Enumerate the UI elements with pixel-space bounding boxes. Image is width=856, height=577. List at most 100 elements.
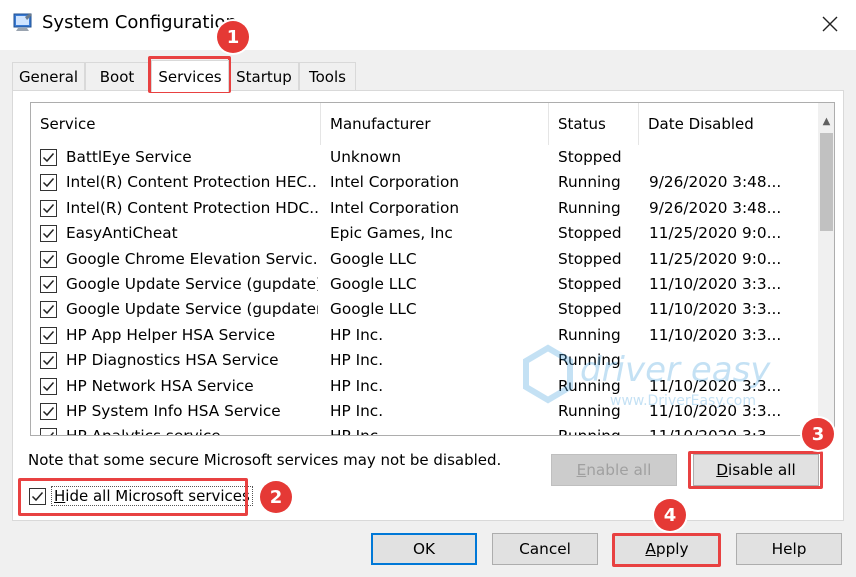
step-badge-1: 1: [217, 21, 249, 53]
date-disabled-cell: 11/10/2020 3:3...: [649, 424, 799, 435]
column-date-disabled[interactable]: Date Disabled: [639, 103, 789, 145]
service-name-cell: HP System Info HSA Service: [66, 402, 281, 420]
scroll-up-arrow-icon[interactable]: ▲: [818, 113, 834, 130]
manufacturer-cell: Intel Corporation: [330, 198, 460, 217]
date-disabled-cell: 9/26/2020 3:48...: [649, 198, 782, 217]
row-checkbox[interactable]: [40, 403, 57, 420]
manufacturer-cell: HP Inc.: [330, 351, 384, 370]
status-cell: Running: [558, 325, 621, 344]
manufacturer-cell: Unknown: [330, 148, 402, 166]
manufacturer-cell: HP Inc.: [330, 402, 384, 420]
manufacturer-cell: HP Inc.: [330, 424, 546, 435]
row-checkbox[interactable]: [40, 149, 57, 166]
checkbox-box[interactable]: [29, 487, 46, 505]
status-cell: Running: [558, 198, 621, 217]
date-disabled-cell: 11/10/2020 3:3...: [649, 402, 782, 420]
close-button[interactable]: [810, 6, 850, 42]
apply-button[interactable]: Apply: [614, 533, 720, 565]
date-disabled-cell: 11/10/2020 3:3...: [649, 300, 782, 319]
table-row[interactable]: HP App Helper HSA Service HP Inc. Running 1…: [31, 323, 818, 348]
scroll-thumb[interactable]: [820, 133, 833, 231]
tab-general[interactable]: General: [12, 62, 85, 91]
ok-button[interactable]: OK: [371, 533, 477, 565]
table-row[interactable]: HP System Info HSA Service HP Inc. Running…: [31, 399, 818, 424]
table-row[interactable]: Google Update Service (gupdate) Google LL…: [31, 272, 818, 297]
column-status[interactable]: Status: [549, 103, 639, 145]
status-cell: Running: [558, 351, 621, 370]
service-name-cell: Google Update Service (gupdate): [66, 275, 318, 293]
date-disabled-cell: [649, 145, 799, 170]
row-checkbox[interactable]: [40, 301, 57, 319]
date-disabled-cell: 11/10/2020 3:3...: [649, 275, 782, 293]
service-name-cell: HP Network HSA Service: [66, 376, 254, 395]
service-name-cell: HP Diagnostics HSA Service: [66, 351, 279, 370]
table-row[interactable]: EasyAntiCheat Epic Games, Inc Stopped 11/25…: [31, 221, 818, 246]
table-row[interactable]: HP Diagnostics HSA Service HP Inc. Running: [31, 348, 818, 373]
manufacturer-cell: HP Inc.: [330, 325, 384, 344]
hide-ms-services-label: Hide all Microsoft services: [51, 486, 253, 506]
row-checkbox[interactable]: [40, 377, 57, 395]
help-button[interactable]: Help: [736, 533, 842, 565]
row-checkbox[interactable]: [40, 276, 57, 293]
status-cell: Stopped: [558, 224, 622, 243]
tab-boot[interactable]: Boot: [85, 62, 149, 91]
table-row[interactable]: BattlEye Service Unknown Stopped: [31, 145, 818, 170]
tab-tools[interactable]: Tools: [299, 62, 356, 91]
service-name-cell: Intel(R) Content Protection HEC...: [66, 173, 318, 192]
service-name-cell: EasyAntiCheat: [66, 224, 178, 243]
service-name-cell: HP App Helper HSA Service: [66, 325, 276, 344]
row-checkbox[interactable]: [40, 225, 57, 243]
manufacturer-cell: Google LLC: [330, 249, 417, 268]
manufacturer-cell: HP Inc.: [330, 376, 384, 395]
service-name-cell: Intel(R) Content Protection HDC...: [66, 198, 318, 217]
step-badge-4: 4: [654, 499, 686, 531]
date-disabled-cell: 11/10/2020 3:3...: [649, 325, 782, 344]
status-cell: Running: [558, 402, 621, 420]
enable-all-button[interactable]: Enable all: [551, 454, 677, 486]
column-manufacturer[interactable]: Manufacturer: [321, 103, 549, 145]
tab-startup[interactable]: Startup: [229, 62, 299, 91]
step-badge-3: 3: [802, 418, 834, 450]
manufacturer-cell: Google LLC: [330, 300, 417, 319]
cancel-button[interactable]: Cancel: [492, 533, 598, 565]
title-bar: System Configuration: [0, 0, 856, 50]
row-checkbox[interactable]: [40, 250, 57, 268]
table-row[interactable]: Intel(R) Content Protection HDC... Intel …: [31, 196, 818, 221]
table-row[interactable]: Google Chrome Elevation Servic... Google …: [31, 247, 818, 272]
table-row[interactable]: Google Update Service (gupdatem) Google L…: [31, 297, 818, 322]
manufacturer-cell: Google LLC: [330, 275, 417, 293]
row-checkbox[interactable]: [40, 174, 57, 192]
scrollbar[interactable]: ▲: [818, 103, 834, 435]
table-row[interactable]: HP Network HSA Service HP Inc. Running 11/1…: [31, 374, 818, 399]
status-cell: Stopped: [558, 275, 622, 293]
tab-services[interactable]: Services: [151, 60, 229, 92]
status-cell: Running: [558, 173, 621, 192]
hide-ms-services-checkbox[interactable]: Hide all Microsoft services: [29, 485, 253, 507]
services-list: Service Manufacturer Status Date Disable…: [30, 102, 835, 436]
status-cell: Running: [558, 376, 621, 395]
step-badge-2: 2: [260, 481, 292, 513]
window-title: System Configuration: [42, 12, 237, 33]
status-cell: Running: [558, 424, 638, 435]
date-disabled-cell: [649, 348, 799, 373]
status-cell: Stopped: [558, 148, 622, 166]
service-name-cell: BattlEye Service: [66, 148, 192, 166]
manufacturer-cell: Epic Games, Inc: [330, 224, 453, 243]
manufacturer-cell: Intel Corporation: [330, 173, 460, 192]
date-disabled-cell: 11/25/2020 9:0...: [649, 249, 782, 268]
service-name-cell: Google Chrome Elevation Servic...: [66, 249, 318, 268]
secure-services-note: Note that some secure Microsoft services…: [28, 451, 502, 469]
date-disabled-cell: 11/25/2020 9:0...: [649, 224, 782, 243]
table-row[interactable]: HP Analytics service HP Inc. Running 11/10/…: [31, 424, 818, 435]
row-checkbox[interactable]: [40, 352, 57, 370]
service-name-cell: HP Analytics service: [66, 424, 318, 435]
status-cell: Stopped: [558, 300, 622, 319]
disable-all-button[interactable]: Disable all: [693, 454, 819, 486]
msconfig-icon: [12, 11, 34, 33]
column-service[interactable]: Service: [31, 103, 321, 145]
row-checkbox[interactable]: [40, 428, 57, 435]
table-row[interactable]: Intel(R) Content Protection HEC... Intel …: [31, 170, 818, 195]
row-checkbox[interactable]: [40, 199, 57, 217]
row-checkbox[interactable]: [40, 326, 57, 344]
list-header: Service Manufacturer Status Date Disable…: [31, 103, 818, 145]
